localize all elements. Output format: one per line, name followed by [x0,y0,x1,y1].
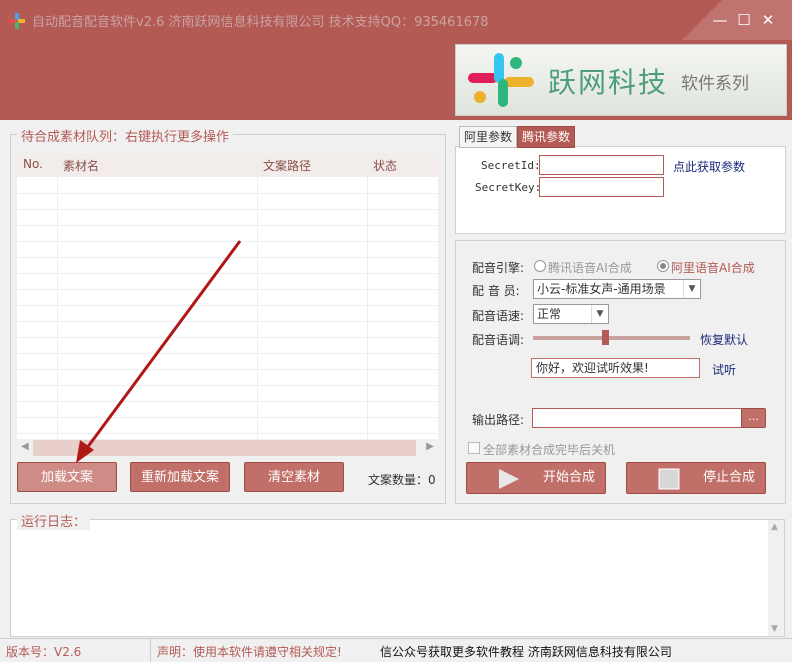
tone-slider-thumb[interactable] [602,330,610,345]
start-synthesis-label: 开始合成 [543,470,596,485]
voice-select[interactable]: 小云-标准女声-通用场景 ▼ [533,279,701,299]
tab-tencent-params[interactable]: 腾讯参数 [517,126,576,148]
output-path-label: 输出路径: [472,413,525,427]
shutdown-checkbox[interactable] [468,442,480,454]
stop-synthesis-label: 停止合成 [703,470,756,485]
secret-id-label: SecretId: [481,159,541,172]
tone-label: 配音语调: [472,333,525,347]
speed-select[interactable]: 正常 ▼ [533,304,609,324]
voice-label: 配 音 员: [472,284,520,298]
scroll-up-icon[interactable]: ▲ [771,522,778,532]
promo-text: 信公众号获取更多软件教程 济南跃网信息科技有限公司 [380,645,672,659]
tab-aliyun-params[interactable]: 阿里参数 [459,126,518,148]
output-path-input[interactable] [532,408,742,428]
engine-label: 配音引擎: [472,261,525,275]
engine-tencent-radio[interactable] [534,260,546,272]
voice-select-value: 小云-标准女声-通用场景 [537,282,666,296]
engine-aliyun-label[interactable]: 阿里语音AI合成 [671,259,755,276]
browse-button[interactable]: ... [741,408,766,428]
log-legend: 运行日志： [17,511,91,530]
status-bar: 版本号：V2.6 声明：使用本软件请遵守相关规定! 信公众号获取更多软件教程 济… [0,638,792,662]
secret-key-input[interactable] [539,177,664,197]
secret-id-input[interactable] [539,155,664,175]
status-divider [150,639,151,662]
start-synthesis-button[interactable]: 开始合成 [466,462,606,494]
run-log[interactable]: 运行日志： ▲ ▼ [10,511,785,637]
chevron-down-icon[interactable]: ▼ [591,305,608,323]
vertical-scrollbar[interactable]: ▲ ▼ [768,520,784,636]
preview-link[interactable]: 试听 [712,361,736,378]
play-icon [499,469,519,489]
engine-tencent-label[interactable]: 腾讯语音AI合成 [548,259,632,276]
stop-synthesis-button[interactable]: 停止合成 [626,462,766,494]
version-text: 版本号：V2.6 [6,645,82,659]
notice-text: 声明：使用本软件请遵守相关规定! [157,645,342,659]
scroll-down-icon[interactable]: ▼ [771,624,778,634]
speed-select-value: 正常 [537,307,562,321]
get-params-link[interactable]: 点此获取参数 [673,158,745,175]
speed-label: 配音语速: [472,309,525,323]
shutdown-label[interactable]: 全部素材合成完毕后关机 [483,441,615,458]
engine-aliyun-radio[interactable] [657,260,669,272]
reset-default-link[interactable]: 恢复默认 [700,331,748,348]
stop-icon [658,468,680,490]
secret-key-label: SecretKey: [475,181,542,194]
preview-text-input[interactable]: 你好，欢迎试听效果! [531,358,700,378]
chevron-down-icon[interactable]: ▼ [683,280,700,298]
tone-slider-track[interactable] [533,336,690,340]
